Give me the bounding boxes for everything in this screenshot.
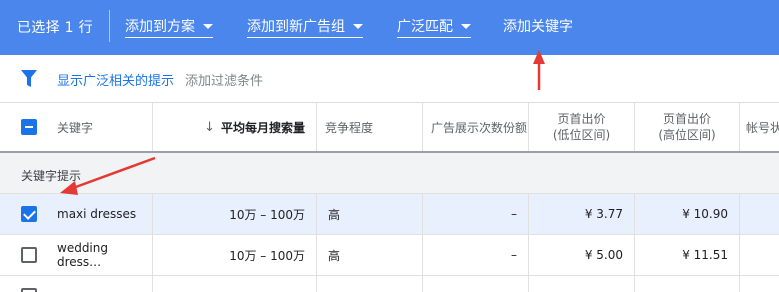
row-checkbox[interactable] (21, 288, 37, 292)
header-top-bid-low-line2: (低位区间) (552, 128, 611, 142)
bid-high-cell (635, 276, 740, 292)
bid-high-value: ¥ 10.90 (682, 207, 728, 221)
add-filter-link[interactable]: 添加过滤条件 (185, 70, 263, 89)
table-row[interactable]: wedding dress… 10万 – 100万 高 – ¥ 5.00 ¥ 1… (0, 235, 779, 276)
header-top-bid-high-line1: 页首出价 (662, 112, 711, 126)
chevron-down-icon (353, 23, 363, 29)
header-ad-impression-share-label: 广告展示次数份额 (431, 120, 528, 135)
competition-cell (317, 276, 423, 292)
bid-high-value: ¥ 11.51 (682, 248, 728, 262)
competition-value: 高 (328, 207, 341, 222)
bid-low-value: ¥ 3.77 (584, 207, 623, 221)
header-keyword: 关键字 (0, 103, 153, 151)
select-all-checkbox[interactable] (21, 119, 37, 135)
header-ad-impression-share[interactable]: 广告展示次数份额 (423, 103, 529, 151)
selection-count: 已选择 1 行 (17, 20, 93, 36)
searches-cell (153, 276, 317, 292)
add-keyword-button[interactable]: 添加关键字 (503, 16, 573, 38)
bid-high-cell: ¥ 11.51 (635, 235, 740, 275)
header-top-bid-low-line1: 页首出价 (557, 112, 606, 126)
keyword-cell: wedding dress… (0, 235, 153, 275)
impression-share-cell (423, 276, 529, 292)
header-top-bid-high-line2: (高位区间) (658, 128, 716, 142)
add-keyword-label: 添加关键字 (503, 19, 573, 35)
account-status-cell (740, 194, 779, 234)
sort-down-arrow-icon: ↓ (204, 119, 215, 135)
row-checkbox[interactable] (21, 247, 37, 263)
header-keyword-label: 关键字 (57, 120, 94, 135)
competition-cell: 高 (317, 194, 423, 234)
selection-toolbar: 已选择 1 行 添加到方案 添加到新广告组 广泛匹配 添加关键字 (0, 0, 779, 55)
bid-low-cell: ¥ 5.00 (529, 235, 635, 275)
competition-value: 高 (328, 248, 341, 263)
match-type-dropdown[interactable]: 广泛匹配 (397, 16, 471, 38)
keyword-cell (0, 276, 153, 292)
add-to-new-ad-group-dropdown[interactable]: 添加到新广告组 (247, 16, 363, 38)
match-type-label: 广泛匹配 (397, 18, 453, 35)
filter-icon[interactable] (21, 70, 37, 88)
header-top-bid-low[interactable]: 页首出价 (低位区间) (529, 103, 635, 151)
searches-cell: 10万 – 100万 (153, 194, 317, 234)
competition-cell: 高 (317, 235, 423, 275)
chevron-down-icon (461, 23, 471, 29)
keyword-cell: maxi dresses (0, 194, 153, 234)
add-to-plan-dropdown[interactable]: 添加到方案 (125, 16, 213, 38)
section-label: 关键字提示 (21, 169, 82, 183)
searches-value: 10万 – 100万 (229, 248, 305, 263)
keyword-text: wedding dress… (57, 241, 108, 269)
header-avg-monthly-searches-label: 平均每月搜索量 (220, 120, 305, 135)
keyword-suggestions-section: 关键字提示 (0, 153, 779, 194)
bid-low-value: ¥ 5.00 (584, 248, 623, 262)
add-to-plan-label: 添加到方案 (125, 18, 195, 35)
filter-bar: 显示广泛相关的提示 添加过滤条件 (0, 55, 779, 103)
header-account-status[interactable]: 帐号状 (740, 103, 779, 151)
row-checkbox[interactable] (21, 206, 37, 222)
bid-low-cell (529, 276, 635, 292)
header-top-bid-high[interactable]: 页首出价 (高位区间) (635, 103, 740, 151)
account-status-cell (740, 235, 779, 275)
add-to-new-ad-group-label: 添加到新广告组 (247, 18, 345, 35)
bid-high-cell: ¥ 10.90 (635, 194, 740, 234)
impression-share-value: – (511, 207, 517, 221)
impression-share-cell: – (423, 235, 529, 275)
chevron-down-icon (203, 23, 213, 29)
toolbar-divider (109, 10, 110, 42)
header-competition[interactable]: 竞争程度 (317, 103, 423, 151)
keyword-text: maxi dresses (57, 207, 137, 221)
searches-cell: 10万 – 100万 (153, 235, 317, 275)
table-header: 关键字 ↓ 平均每月搜索量 竞争程度 广告展示次数份额 页首出价 (低位区间) … (0, 103, 779, 153)
table-row[interactable]: maxi dresses 10万 – 100万 高 – ¥ 3.77 ¥ 10.… (0, 194, 779, 235)
keyword-planner-screen: 已选择 1 行 添加到方案 添加到新广告组 广泛匹配 添加关键字 显示广泛相关的… (0, 0, 779, 292)
header-account-status-label: 帐号状 (746, 120, 779, 135)
header-avg-monthly-searches[interactable]: ↓ 平均每月搜索量 (153, 103, 317, 151)
impression-share-value: – (511, 248, 517, 262)
bid-low-cell: ¥ 3.77 (529, 194, 635, 234)
searches-value: 10万 – 100万 (229, 207, 305, 222)
table-row-partial (0, 276, 779, 292)
header-competition-label: 竞争程度 (325, 120, 374, 135)
show-broad-suggestions-link[interactable]: 显示广泛相关的提示 (57, 70, 174, 89)
impression-share-cell: – (423, 194, 529, 234)
